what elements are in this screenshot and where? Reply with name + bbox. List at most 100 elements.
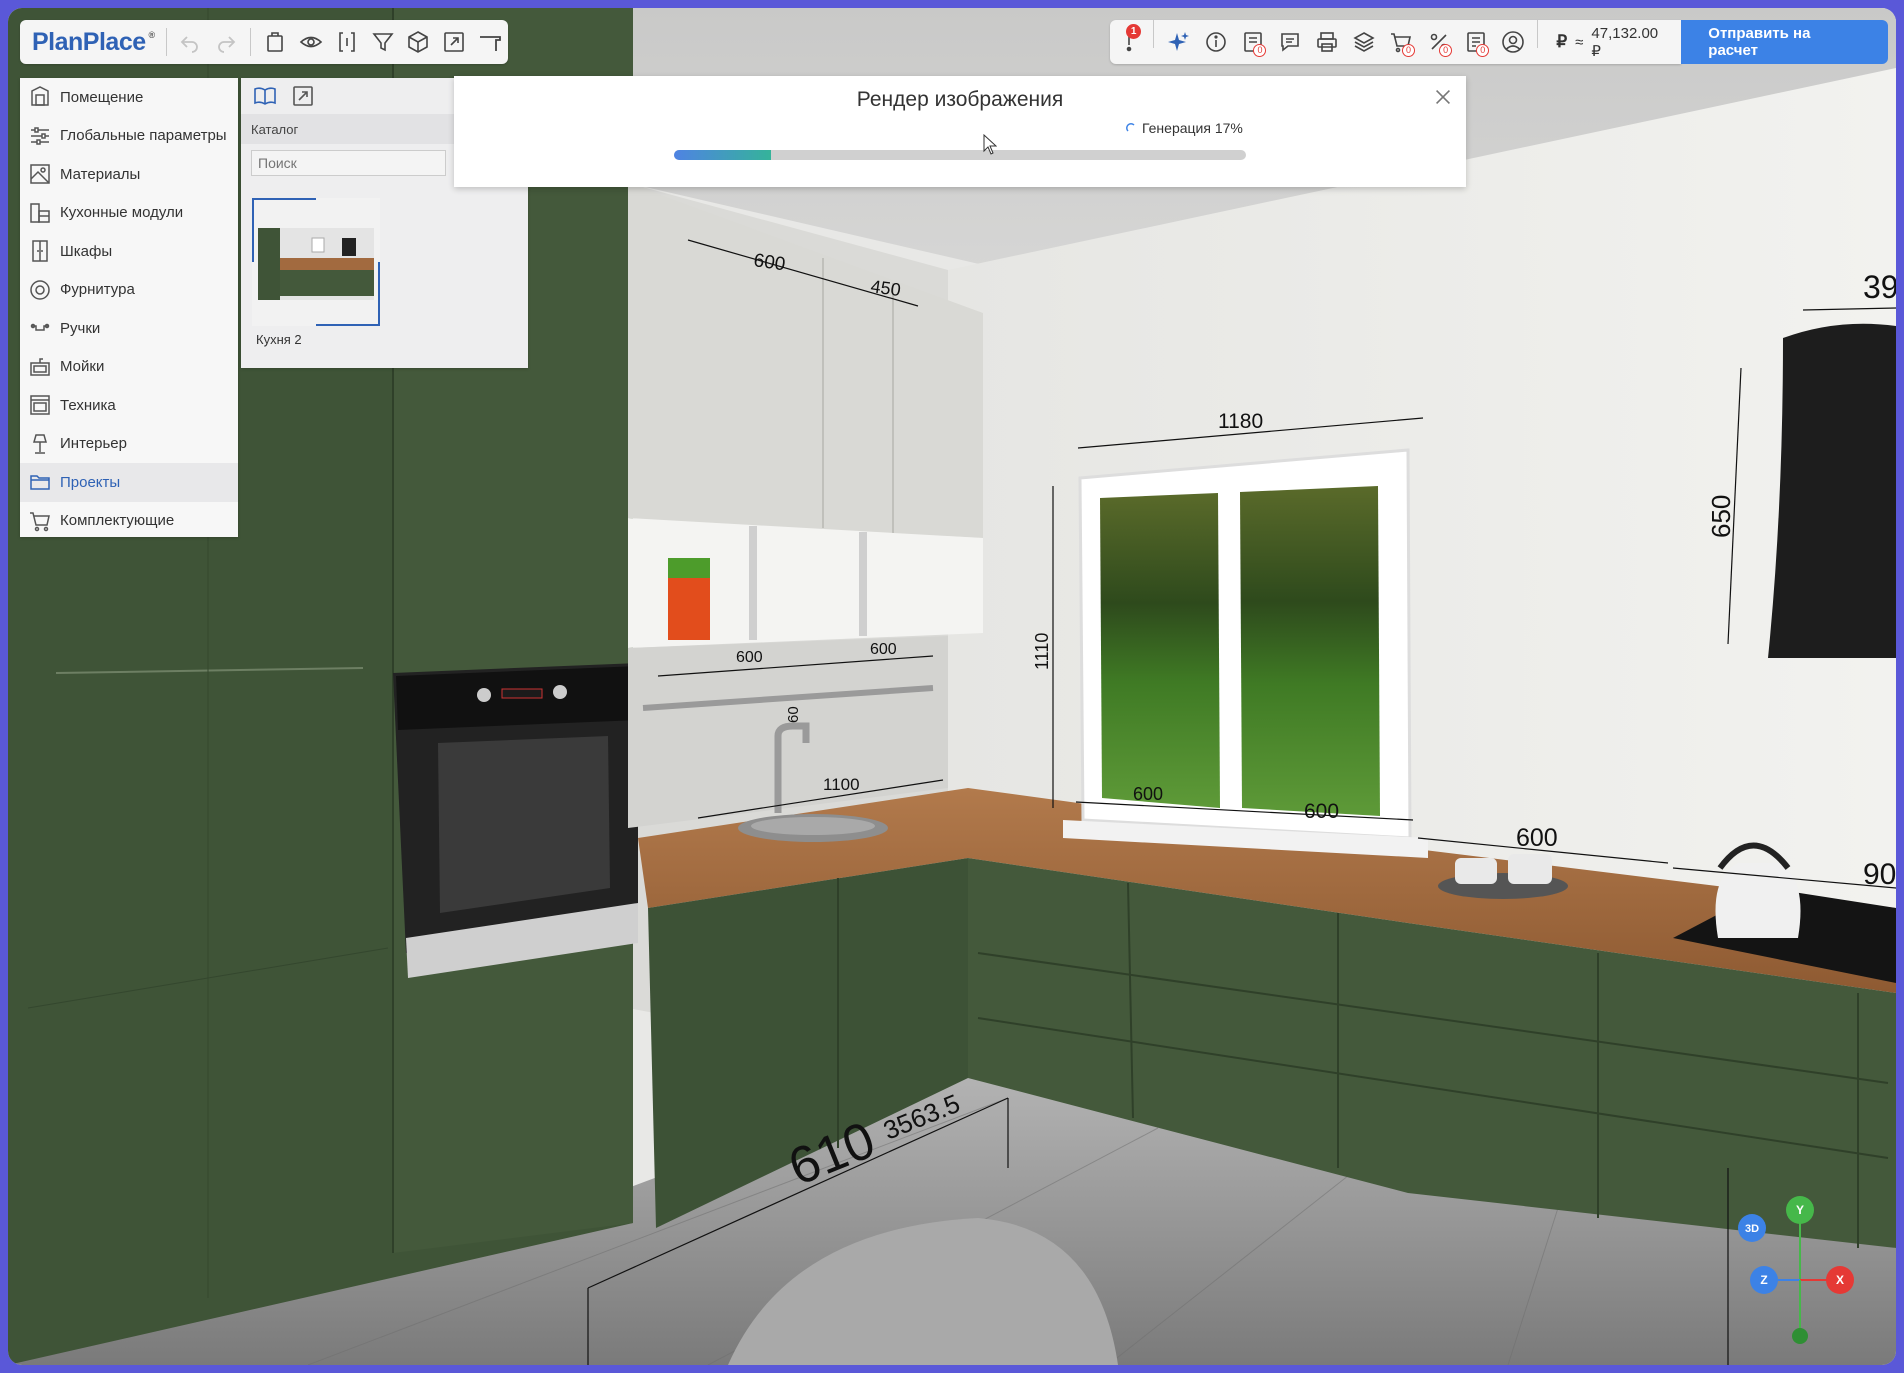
discount-button[interactable]: 0: [1420, 20, 1457, 64]
sliders-icon: [31, 127, 49, 145]
user-icon: [1501, 31, 1524, 53]
ai-render-button[interactable]: [1160, 20, 1197, 64]
menu-item-room[interactable]: Помещение: [20, 78, 238, 117]
specification-button[interactable]: 0: [1234, 20, 1271, 64]
filter-button[interactable]: [365, 20, 401, 64]
svg-text:90: 90: [1863, 858, 1896, 891]
menu-item-components[interactable]: Комплектующие: [20, 502, 238, 541]
expand-icon: [293, 86, 313, 106]
render-dialog-title: Рендер изображения: [856, 88, 1064, 111]
logo-text: PlanPlace: [32, 27, 146, 56]
book-icon: [254, 87, 276, 105]
wall-button[interactable]: [472, 20, 508, 64]
menu-item-label: Помещение: [60, 88, 144, 106]
approx-sign: ≈: [1575, 33, 1584, 51]
cart-count-badge: 0: [1401, 44, 1415, 57]
menu-item-appliances[interactable]: Техника: [20, 386, 238, 425]
svg-text:600: 600: [870, 641, 897, 658]
svg-text:60: 60: [785, 706, 802, 723]
comments-button[interactable]: [1271, 20, 1308, 64]
3d-view-button[interactable]: 3D: [1738, 1214, 1766, 1242]
ruble-icon: ₽: [1556, 32, 1568, 51]
handle-icon: [30, 324, 50, 331]
print-button[interactable]: [1309, 20, 1346, 64]
svg-text:1110: 1110: [1032, 633, 1052, 670]
fullscreen-button[interactable]: [436, 20, 472, 64]
side-menu: Помещение Глобальные параметры Материалы…: [20, 78, 238, 537]
catalog-expand-tab[interactable]: [287, 80, 319, 112]
svg-text:Y: Y: [1796, 1203, 1804, 1217]
catalog-item-kitchen-2[interactable]: Кухня 2: [252, 198, 380, 347]
menu-item-fittings[interactable]: Фурнитура: [20, 271, 238, 310]
menu-item-label: Проекты: [60, 473, 121, 491]
render-progress-bar: [674, 150, 1246, 160]
menu-item-interior[interactable]: Интерьер: [20, 425, 238, 464]
discount-count-badge: 0: [1439, 44, 1453, 57]
svg-text:3D: 3D: [1745, 1223, 1759, 1235]
menu-item-label: Материалы: [60, 165, 141, 183]
z-axis-button[interactable]: Z: [1750, 1266, 1778, 1294]
toolbar-separator: [250, 28, 252, 56]
menu-item-projects[interactable]: Проекты: [20, 463, 238, 502]
toolbar-left-group: PlanPlace ®: [20, 20, 508, 64]
kettle: [1715, 863, 1801, 938]
menu-item-wardrobes[interactable]: Шкафы: [20, 232, 238, 271]
account-button[interactable]: [1494, 20, 1531, 64]
menu-item-label: Фурнитура: [60, 281, 135, 299]
paste-button[interactable]: [257, 20, 293, 64]
catalog-book-tab[interactable]: [249, 80, 281, 112]
svg-text:X: X: [1836, 1273, 1844, 1287]
axis-gizmo[interactable]: 3D Y Z X: [1730, 1188, 1876, 1348]
menu-item-sinks[interactable]: Мойки: [20, 348, 238, 387]
dimensions-button[interactable]: [329, 20, 365, 64]
render-dialog: Рендер изображения Генерация 17%: [454, 76, 1466, 187]
redo-icon: [218, 36, 236, 53]
send-for-calculation-button[interactable]: Отправить на расчет: [1681, 20, 1888, 64]
menu-item-label: Интерьер: [60, 435, 127, 453]
info-button[interactable]: [1197, 20, 1234, 64]
3d-object-button[interactable]: [400, 20, 436, 64]
toolbar-separator: [1153, 20, 1155, 48]
planplace-logo[interactable]: PlanPlace ®: [20, 28, 160, 57]
svg-text:39: 39: [1863, 269, 1896, 305]
view-button[interactable]: [293, 20, 329, 64]
cart-button[interactable]: 0: [1383, 20, 1420, 64]
fittings-icon: [30, 280, 50, 300]
menu-item-materials[interactable]: Материалы: [20, 155, 238, 194]
folder-icon: [30, 475, 50, 490]
clipboard-icon: [267, 32, 283, 52]
menu-item-label: Кухонные модули: [60, 204, 184, 222]
layers-icon: [1353, 32, 1375, 52]
svg-text:650: 650: [1706, 495, 1736, 538]
spinner-icon: [1126, 123, 1135, 132]
render-progress-fill: [674, 150, 772, 160]
x-axis-button[interactable]: X: [1826, 1266, 1854, 1294]
top-toolbar: PlanPlace ® 1 0 0 0 0 ₽ ≈ 47,132.00 ₽ От…: [20, 20, 1888, 64]
undo-button[interactable]: [173, 20, 209, 64]
menu-item-global-params[interactable]: Глобальные параметры: [20, 117, 238, 156]
svg-text:600: 600: [736, 649, 763, 666]
materials-icon: [30, 164, 50, 184]
menu-item-handles[interactable]: Ручки: [20, 309, 238, 348]
catalog-search-input[interactable]: [251, 150, 446, 176]
notifications-button[interactable]: 1: [1110, 20, 1147, 64]
undo-icon: [181, 36, 199, 53]
svg-text:1100: 1100: [823, 775, 860, 794]
svg-text:600: 600: [1133, 784, 1163, 804]
cube-icon: [408, 31, 429, 53]
svg-text:600: 600: [752, 250, 786, 275]
redo-button[interactable]: [208, 20, 244, 64]
kitchen-modules-icon: [30, 203, 50, 223]
menu-item-kitchen-modules[interactable]: Кухонные модули: [20, 194, 238, 233]
layers-button[interactable]: [1346, 20, 1383, 64]
svg-text:450: 450: [869, 276, 902, 300]
spec-count-badge: 0: [1253, 44, 1267, 57]
y-axis-button[interactable]: Y: [1786, 1196, 1814, 1224]
eye-icon: [299, 36, 323, 48]
menu-item-label: Глобальные параметры: [60, 127, 227, 145]
svg-text:600: 600: [1304, 800, 1339, 823]
estimate-count-badge: 0: [1476, 44, 1490, 57]
close-icon[interactable]: [1432, 86, 1454, 108]
estimate-button[interactable]: 0: [1457, 20, 1494, 64]
menu-item-label: Комплектующие: [60, 512, 175, 530]
